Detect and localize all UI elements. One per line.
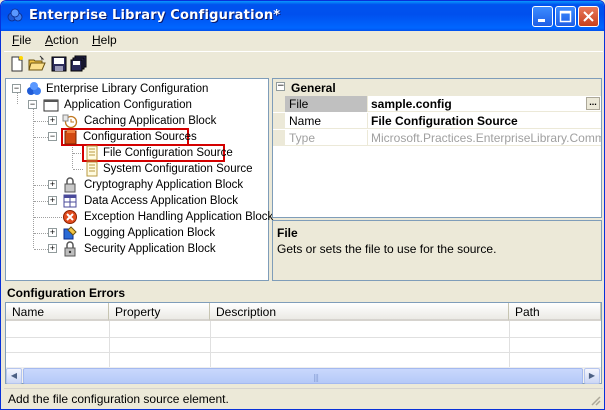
- property-grid[interactable]: − General File sample.config ... Name Fi…: [272, 78, 602, 218]
- expand-toggle[interactable]: +: [48, 180, 57, 189]
- tree-node-caching-block[interactable]: + Caching Application Block: [6, 113, 266, 129]
- scroll-right-button[interactable]: ▶: [584, 368, 600, 384]
- system-source-icon: [86, 161, 98, 177]
- tree-line: [34, 249, 48, 250]
- tree-node-data-access-block[interactable]: + Data Access Application Block: [6, 193, 266, 209]
- description-text: Gets or sets the file to use for the sou…: [277, 242, 497, 256]
- tree-node-exception-handling-block[interactable]: Exception Handling Application Block: [6, 209, 273, 225]
- type-value-field: Microsoft.Practices.EnterpriseLibrary.Co…: [371, 131, 601, 145]
- close-button[interactable]: [578, 6, 599, 27]
- grid-line: [210, 321, 211, 369]
- property-description-pane: File Gets or sets the file to use for th…: [272, 220, 602, 281]
- expand-toggle[interactable]: +: [48, 116, 57, 125]
- save-icon[interactable]: [50, 55, 68, 73]
- tree-line: [34, 185, 48, 186]
- tree-line: [34, 233, 48, 234]
- configuration-sources-icon: [64, 130, 77, 145]
- enterprise-library-icon: [27, 82, 41, 95]
- scrollbar-thumb[interactable]: |||: [23, 368, 583, 384]
- main-window: Enterprise Library Configuration* File A…: [0, 0, 605, 410]
- column-header-name[interactable]: Name: [6, 303, 109, 321]
- property-row-gutter: [273, 130, 285, 146]
- tree-node-file-configuration-source[interactable]: File Configuration Source: [6, 144, 266, 162]
- file-value-field[interactable]: sample.config ...: [369, 96, 601, 112]
- tree-line: [34, 217, 62, 218]
- configuration-errors-label: Configuration Errors: [7, 286, 126, 300]
- property-name: Name: [285, 113, 368, 129]
- new-icon[interactable]: [8, 55, 26, 73]
- scroll-left-button[interactable]: ◀: [6, 368, 22, 384]
- tree-node-logging-block[interactable]: + Logging Application Block: [6, 225, 266, 241]
- tree-line: [34, 201, 48, 202]
- property-row-gutter: [273, 96, 285, 112]
- menu-action[interactable]: Action: [45, 33, 78, 47]
- collapse-toggle[interactable]: −: [48, 132, 57, 141]
- window-title: Enterprise Library Configuration*: [29, 8, 281, 23]
- expand-toggle[interactable]: +: [48, 196, 57, 205]
- grip-icon: |||: [313, 373, 319, 382]
- tree-line: [34, 137, 48, 138]
- column-header-path[interactable]: Path: [509, 303, 601, 321]
- maximize-icon: [559, 10, 572, 23]
- name-value-field[interactable]: File Configuration Source: [369, 113, 601, 129]
- menu-file[interactable]: File: [12, 33, 31, 47]
- grid-line: [509, 321, 510, 369]
- tree-node-security-block[interactable]: + Security Application Block: [6, 241, 266, 257]
- property-row-gutter: [273, 113, 285, 129]
- tree-line: [34, 121, 48, 122]
- tree-node-configuration-sources[interactable]: − Configuration Sources: [6, 128, 266, 146]
- logging-block-icon: [63, 226, 77, 240]
- property-row-type[interactable]: Type Microsoft.Practices.EnterpriseLibra…: [273, 130, 601, 146]
- open-folder-icon[interactable]: [28, 55, 46, 73]
- menu-bar: File Action Help: [4, 31, 603, 50]
- grid-line: [6, 337, 601, 338]
- application-window-icon: [43, 99, 59, 112]
- tree-node-application-configuration[interactable]: − Application Configuration: [6, 97, 266, 113]
- minimize-button[interactable]: [532, 6, 553, 27]
- exception-block-icon: [63, 210, 77, 224]
- expand-toggle[interactable]: +: [48, 244, 57, 253]
- column-header-property[interactable]: Property: [109, 303, 210, 321]
- menu-help[interactable]: Help: [92, 33, 117, 47]
- configuration-tree[interactable]: − Enterprise Library Configuration − App…: [5, 78, 273, 281]
- expand-toggle[interactable]: +: [48, 228, 57, 237]
- property-category-general[interactable]: − General: [273, 79, 601, 96]
- cryptography-block-icon: [64, 177, 76, 193]
- security-block-icon: [64, 241, 76, 257]
- tree-node-cryptography-block[interactable]: + Cryptography Application Block: [6, 177, 266, 193]
- description-title: File: [277, 226, 298, 240]
- horizontal-splitter[interactable]: [4, 282, 603, 285]
- browse-file-button[interactable]: ...: [586, 97, 600, 110]
- file-source-icon: [86, 145, 98, 161]
- column-header-description[interactable]: Description: [210, 303, 509, 321]
- status-bar: Add the file configuration source elemen…: [4, 388, 603, 408]
- collapse-toggle[interactable]: −: [276, 82, 285, 91]
- tree-node-enterprise-library[interactable]: − Enterprise Library Configuration: [6, 81, 266, 97]
- configuration-errors-grid[interactable]: Name Property Description Path ◀ ||| ▶: [5, 302, 602, 384]
- horizontal-scrollbar[interactable]: ◀ ||| ▶: [6, 367, 601, 384]
- tree-node-system-configuration-source[interactable]: System Configuration Source: [6, 161, 266, 177]
- tree-line: [73, 169, 83, 170]
- property-row-name[interactable]: Name File Configuration Source: [273, 113, 601, 129]
- save-all-icon[interactable]: [70, 55, 88, 73]
- collapse-toggle[interactable]: −: [12, 84, 21, 93]
- status-text: Add the file configuration source elemen…: [8, 392, 229, 406]
- maximize-button[interactable]: [555, 6, 576, 27]
- title-bar[interactable]: Enterprise Library Configuration*: [1, 1, 604, 31]
- property-name: Type: [285, 130, 368, 146]
- collapse-toggle[interactable]: −: [28, 100, 37, 109]
- grid-line: [6, 352, 601, 353]
- resize-grip-icon[interactable]: [589, 394, 601, 406]
- grid-line: [109, 321, 110, 369]
- close-icon: [583, 11, 594, 22]
- minimize-icon: [538, 19, 545, 22]
- data-access-block-icon: [63, 194, 77, 208]
- caching-block-icon: [62, 114, 78, 129]
- enterprise-library-icon: [7, 8, 23, 22]
- property-row-file[interactable]: File sample.config ...: [273, 96, 601, 112]
- property-name: File: [285, 96, 368, 112]
- toolbar: [4, 51, 603, 76]
